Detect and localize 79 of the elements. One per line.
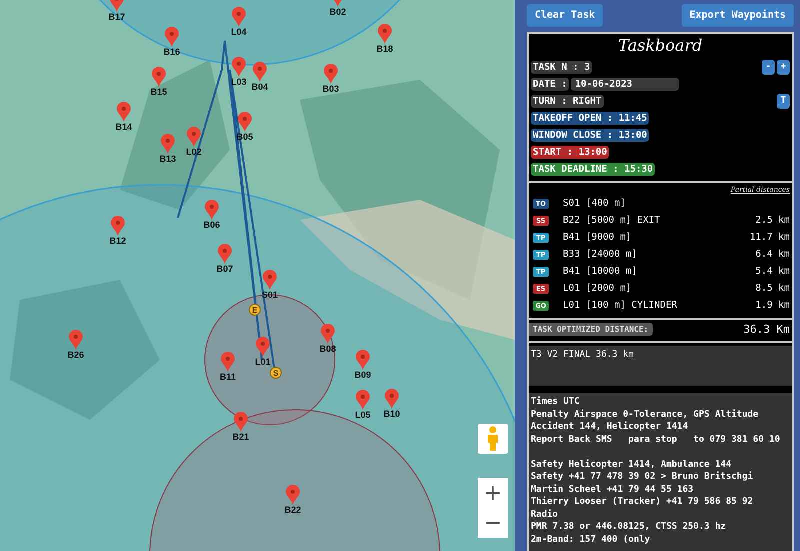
waypoint-label: B10 — [384, 409, 400, 419]
map-pin-icon[interactable] — [232, 7, 246, 27]
map-pin-icon[interactable] — [232, 57, 246, 77]
waypoint-label: B06 — [204, 220, 220, 230]
waypoint-label: B07 — [216, 264, 234, 274]
waypoint-label: B22 — [284, 505, 302, 515]
partial-distance: 8.5 km — [756, 283, 790, 294]
waypoint-label: B16 — [164, 47, 180, 57]
map-pin-icon[interactable] — [111, 216, 125, 236]
waypoint-label: B15 — [150, 87, 168, 97]
map-pin-icon[interactable] — [117, 102, 131, 122]
map-pin-icon[interactable] — [263, 270, 277, 290]
turnpoint-name: L01 [2000 m] — [563, 283, 632, 294]
waypoint-label: L02 — [186, 147, 202, 157]
map-pin-icon[interactable] — [356, 390, 370, 410]
waypoint-label: B13 — [160, 154, 176, 164]
partial-distance: 6.4 km — [756, 249, 790, 260]
small-button[interactable]: - — [762, 60, 775, 74]
task-name-field[interactable]: T3 V2 FINAL 36.3 km — [529, 346, 792, 386]
date-label: DATE : — [531, 78, 570, 90]
turnpoint-name: L01 [100 m] CYLINDER — [563, 300, 678, 311]
task-info-label: WINDOW CLOSE : 13:00 — [531, 128, 650, 142]
task-info-label: TASK DEADLINE : 15:30 — [531, 162, 656, 176]
map-pin-icon[interactable] — [286, 485, 300, 505]
map-pin-icon[interactable] — [152, 67, 166, 87]
map-pin-icon[interactable] — [385, 389, 399, 409]
map-pin-icon[interactable] — [253, 62, 267, 82]
turnpoint-name: B22 [5000 m] EXIT — [563, 215, 660, 226]
waypoint-label: B09 — [354, 370, 372, 380]
small-button[interactable]: + — [777, 60, 790, 74]
partial-distance: 2.5 km — [756, 215, 790, 226]
task-info-label: TASK N : 3 — [531, 60, 592, 74]
waypoint-label: B18 — [376, 44, 394, 54]
map-pin-icon[interactable] — [324, 64, 338, 84]
partial-distance: 11.7 km — [750, 232, 790, 243]
task-info-label: TAKEOFF OPEN : 11:45 — [531, 112, 650, 124]
task-info-label: TURN : RIGHT — [531, 94, 604, 108]
waypoint-label: B04 — [252, 82, 268, 92]
map-pin-icon[interactable] — [165, 27, 179, 47]
partial-distance: 1.9 km — [756, 300, 790, 311]
map-pin-icon[interactable] — [221, 352, 235, 372]
optimized-distance-label: TASK OPTIMIZED DISTANCE: — [529, 323, 653, 336]
turnpoint-name: S01 [400 m] — [563, 198, 626, 209]
map-pin-icon[interactable] — [356, 350, 370, 370]
person-icon — [486, 426, 500, 452]
turnpoint-name: B41 [10000 m] — [563, 266, 638, 277]
map-pin-icon[interactable] — [321, 324, 335, 344]
map-pin-icon[interactable] — [256, 337, 270, 357]
waypoint-label: B14 — [116, 122, 132, 132]
waypoint-label: B17 — [108, 12, 126, 22]
waypoint-label: B02 — [330, 7, 346, 17]
toolbar-button[interactable]: Export Waypoints — [682, 4, 794, 27]
map-pin-icon[interactable] — [187, 127, 201, 147]
optimized-distance-value: 36.3 Km — [744, 323, 790, 336]
waypoint-label: B26 — [68, 350, 84, 360]
waypoint-label: B21 — [232, 432, 250, 442]
toolbar-button[interactable]: Clear Task — [527, 4, 604, 27]
map-pin-icon[interactable] — [378, 24, 392, 44]
map-pin-icon[interactable] — [161, 134, 175, 154]
waypoint-label: B11 — [220, 372, 236, 382]
taskboard-title: Taskboard — [617, 35, 704, 57]
small-button[interactable]: T — [777, 94, 790, 108]
map-pin-icon[interactable] — [69, 330, 83, 350]
partial-distance: 5.4 km — [756, 266, 790, 277]
waypoint-label: B12 — [110, 236, 126, 246]
turnpoint-name: B33 [24000 m] — [563, 249, 638, 260]
task-notes-field[interactable]: Times UTC Penalty Airspace 0-Tolerance, GPS Altitude Accident 144, Helicopter 1414 Report Back SMS para stop to 079 381 60 10 Safety Helicopter 1414, Ambulance 144 Safety +41 77 478 39 02 > Bruno Britschgi Martin Scheel +41 79 44 55 163 Thierry Looser (Tracker) +41 79 586 85 92 Radio PMR 7.38 or 446.08125, CTSS 250.3 hz 2m-Band: 157 400 (only — [529, 393, 792, 551]
task-info-label: START : 13:00 — [531, 146, 610, 158]
map-pin-icon[interactable] — [234, 412, 248, 432]
turnpoint-name: B41 [9000 m] — [563, 232, 632, 243]
waypoint-label: B03 — [322, 84, 340, 94]
waypoint-label: L01 — [255, 357, 271, 367]
map-pin-icon[interactable] — [218, 244, 232, 264]
map-pin-icon[interactable] — [238, 112, 252, 132]
waypoint-label: L04 — [231, 27, 247, 37]
waypoint-label: L05 — [355, 410, 371, 420]
map-pin-icon[interactable] — [205, 200, 219, 220]
date-field[interactable]: 10-06-2023 — [571, 78, 680, 90]
street-view-button[interactable] — [478, 424, 508, 454]
